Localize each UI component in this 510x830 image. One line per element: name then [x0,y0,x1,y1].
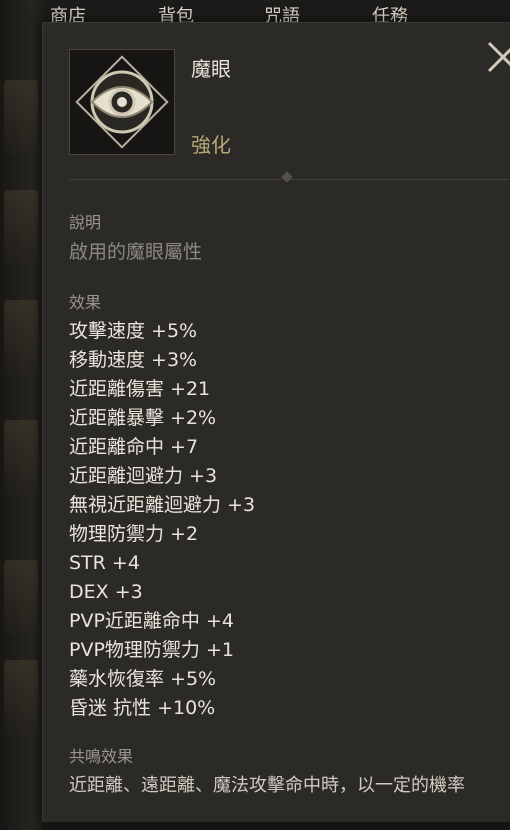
effects-list: 攻擊速度 +5% 移動速度 +3% 近距離傷害 +21 近距離暴擊 +2% 近距… [69,317,255,723]
sidebar-slot[interactable] [4,300,38,376]
effect-item: 移動速度 +3% [69,349,198,371]
description-title: 說明 [69,213,102,232]
effect-item: 近距離命中 +7 [69,436,199,458]
item-tooltip-panel: 魔眼 強化 說明 啟用的魔眼屬性 效果 攻擊速度 +5% 移動速度 +3% 近距… [42,22,510,824]
effect-item: 近距離傷害 +21 [69,378,211,400]
sidebar-slot[interactable] [4,420,38,496]
effect-item: 藥水恢復率 +5% [69,668,217,690]
bottom-bar [42,822,510,830]
effect-item: STR +4 [69,552,140,574]
effect-item: 昏迷 抗性 +10% [69,697,216,719]
close-icon[interactable] [483,37,510,73]
item-icon-frame [69,49,175,155]
sidebar-slot[interactable] [4,560,38,636]
effect-item: 近距離迴避力 +3 [69,465,218,487]
sidebar-slot[interactable] [4,660,38,736]
item-type: 強化 [191,133,231,157]
effects-title: 效果 [69,293,102,312]
resonance-text: 近距離、遠距離、魔法攻擊命中時，以一定的機率 [69,775,465,796]
effect-item: 近距離暴擊 +2% [69,407,217,429]
item-name: 魔眼 [191,57,231,81]
effect-item: DEX +3 [69,581,143,603]
effect-item: 攻擊速度 +5% [69,320,198,342]
magic-eye-icon [75,55,169,149]
effect-item: 物理防禦力 +2 [69,523,199,545]
resonance-title: 共鳴效果 [69,747,134,766]
effect-item: PVP近距離命中 +4 [69,610,234,632]
effect-item: PVP物理防禦力 +1 [69,639,234,661]
sidebar-slot[interactable] [4,80,38,156]
sidebar-slot[interactable] [4,190,38,266]
effect-item: 無視近距離迴避力 +3 [69,494,256,516]
divider-ornament [281,171,293,183]
background-sidebar [0,0,45,830]
description-text: 啟用的魔眼屬性 [69,241,203,263]
